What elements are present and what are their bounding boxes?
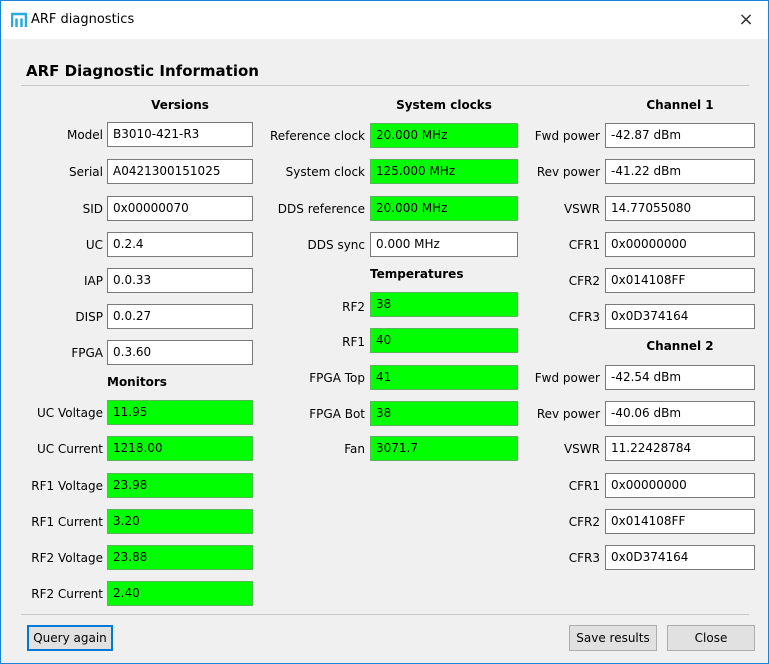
system-clocks-title: System clocks [396,98,492,112]
monitor-field[interactable]: 1218.00 [107,436,253,461]
monitor-label: RF2 Current [31,587,103,601]
monitor-field[interactable]: 11.95 [107,400,253,425]
channel1-label: Fwd power [534,129,600,143]
temperature-label: RF1 [342,335,365,349]
temperatures-title: Temperatures [370,267,464,281]
version-label: Serial [69,165,103,179]
close-button[interactable]: Close [667,625,755,651]
temperature-field[interactable]: 40 [370,328,518,353]
version-field[interactable]: 0.2.4 [107,232,253,257]
divider-top [21,85,749,86]
version-field[interactable]: 0.3.60 [107,340,253,365]
temperature-label: Fan [344,442,365,456]
monitor-field[interactable]: 2.40 [107,581,253,606]
clock-field[interactable]: 125.000 MHz [370,159,518,184]
channel2-field[interactable]: 11.22428784 [605,436,755,461]
divider-bottom [21,614,749,615]
temperature-label: RF2 [342,300,365,314]
version-field[interactable]: A0421300151025 [107,159,253,184]
monitors-title: Monitors [107,375,167,389]
channel1-field[interactable]: 0x00000000 [605,232,755,257]
version-label: FPGA [71,346,103,360]
monitor-label: RF1 Voltage [31,479,103,493]
monitor-label: RF1 Current [31,515,103,529]
arf-logo-icon [11,12,27,27]
clock-label: DDS reference [277,202,365,216]
monitor-label: UC Voltage [37,406,103,420]
channel2-label: VSWR [563,442,600,456]
channel2-title: Channel 2 [646,339,714,353]
monitor-field[interactable]: 23.88 [107,545,253,570]
query-again-button[interactable]: Query again [27,625,113,651]
version-field[interactable]: 0.0.33 [107,268,253,293]
channel1-field[interactable]: 14.77055080 [605,196,755,221]
channel1-label: CFR3 [568,310,600,324]
temperature-field[interactable]: 41 [370,365,518,390]
monitor-field[interactable]: 3.20 [107,509,253,534]
version-field[interactable]: B3010-421-R3 [107,122,253,147]
monitor-label: UC Current [36,442,103,456]
channel1-label: CFR2 [568,274,600,288]
version-label: IAP [84,274,103,288]
monitor-field[interactable]: 23.98 [107,473,253,498]
channel1-label: CFR1 [568,238,600,252]
versions-title: Versions [151,98,209,112]
version-field[interactable]: 0x00000070 [107,196,253,221]
version-field[interactable]: 0.0.27 [107,304,253,329]
version-label: DISP [75,310,103,324]
version-label: UC [85,238,103,252]
title-bar: ARF diagnostics × [1,1,768,39]
channel1-field[interactable]: -42.87 dBm [605,123,755,148]
channel2-label: Rev power [536,407,600,421]
window-title: ARF diagnostics [31,12,135,27]
channel2-label: CFR2 [568,515,600,529]
channel2-field[interactable]: -42.54 dBm [605,365,755,390]
version-label: Model [66,128,103,142]
temperature-label: FPGA Bot [309,407,365,421]
clock-field[interactable]: 20.000 MHz [370,196,518,221]
channel1-field[interactable]: -41.22 dBm [605,159,755,184]
channel2-label: Fwd power [534,371,600,385]
dialog-window: ARF diagnostics × ARF Diagnostic Informa… [0,0,769,664]
channel2-field[interactable]: 0x0D374164 [605,545,755,570]
channel1-label: VSWR [563,202,600,216]
clock-label: Reference clock [269,129,365,143]
channel2-label: CFR1 [568,479,600,493]
channel2-field[interactable]: 0x014108FF [605,509,755,534]
close-icon[interactable]: × [730,4,762,36]
channel2-label: CFR3 [568,551,600,565]
temperature-label: FPGA Top [309,371,365,385]
channel1-field[interactable]: 0x0D374164 [605,304,755,329]
page-title: ARF Diagnostic Information [26,62,259,80]
clock-label: DDS sync [307,238,365,252]
clock-label: System clock [285,165,365,179]
channel2-field[interactable]: 0x00000000 [605,473,755,498]
temperature-field[interactable]: 38 [370,401,518,426]
monitor-label: RF2 Voltage [31,551,103,565]
clock-field[interactable]: 0.000 MHz [370,232,518,257]
version-label: SID [82,202,103,216]
clock-field[interactable]: 20.000 MHz [370,123,518,148]
channel1-field[interactable]: 0x014108FF [605,268,755,293]
channel1-label: Rev power [536,165,600,179]
channel2-field[interactable]: -40.06 dBm [605,401,755,426]
temperature-field[interactable]: 3071.7 [370,436,518,461]
channel1-title: Channel 1 [646,98,714,112]
save-results-button[interactable]: Save results [569,625,657,651]
temperature-field[interactable]: 38 [370,292,518,317]
